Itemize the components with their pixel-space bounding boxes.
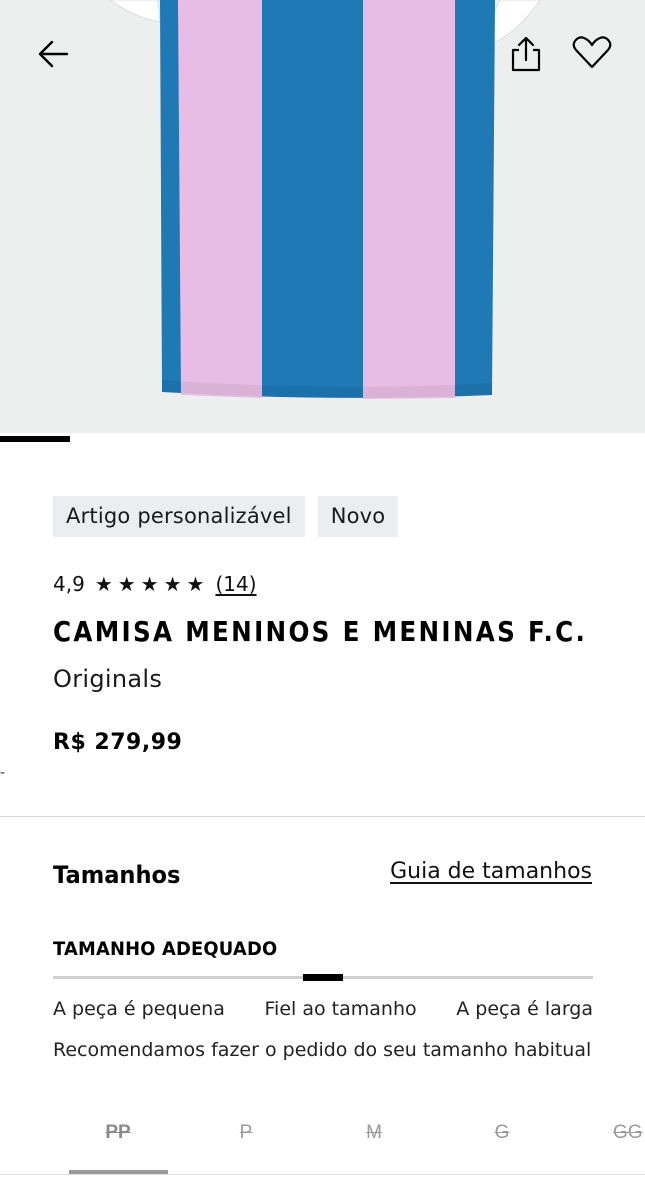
- badge-new: Novo: [317, 496, 399, 537]
- rating[interactable]: 4,9 ★★★★★ (14): [53, 572, 257, 596]
- size-option-m[interactable]: M: [319, 1118, 429, 1148]
- product-page: Artigo personalizável Novo 4,9 ★★★★★ (14…: [0, 0, 645, 1200]
- sizes-heading: Tamanhos: [53, 861, 181, 889]
- product-image[interactable]: [0, 0, 645, 433]
- fit-recommendation: Recomendamos fazer o pedido do seu taman…: [53, 1039, 592, 1061]
- arrow-left-icon: [38, 40, 69, 68]
- badge-customizable: Artigo personalizável: [53, 496, 305, 537]
- bottom-divider: [0, 1174, 645, 1175]
- back-button[interactable]: [30, 30, 78, 78]
- rating-score: 4,9: [53, 572, 85, 596]
- badge-list: Artigo personalizável Novo: [53, 496, 399, 537]
- fit-scale-marker: [303, 974, 343, 981]
- product-brand: Originals: [53, 665, 163, 693]
- fit-label-true: Fiel ao tamanho: [264, 998, 417, 1020]
- size-option-pp[interactable]: PP: [63, 1118, 173, 1148]
- stray-mark: -: [0, 765, 6, 781]
- size-option-g[interactable]: G: [447, 1118, 557, 1148]
- favorite-button[interactable]: [566, 26, 618, 78]
- size-option-gg[interactable]: GG: [575, 1118, 645, 1148]
- review-count-link[interactable]: (14): [215, 572, 256, 596]
- size-guide-link[interactable]: Guia de tamanhos: [390, 859, 592, 884]
- size-option-p[interactable]: P: [191, 1118, 301, 1148]
- share-button[interactable]: [500, 28, 552, 80]
- section-divider: [0, 816, 645, 817]
- fit-label-small: A peça é pequena: [53, 998, 225, 1020]
- rating-stars-icon: ★★★★★: [94, 572, 210, 596]
- gallery-progress-indicator: [0, 436, 70, 442]
- size-selector: PP P M G GG: [53, 1118, 645, 1158]
- product-title: CAMISA MENINOS E MENINAS F.C.: [53, 615, 588, 648]
- heart-icon: [572, 36, 612, 69]
- share-icon: [511, 36, 541, 72]
- fit-heading: TAMANHO ADEQUADO: [53, 938, 278, 960]
- fit-scale-labels: A peça é pequena Fiel ao tamanho A peça …: [53, 998, 593, 1020]
- fit-label-large: A peça é larga: [456, 998, 593, 1020]
- product-price: R$ 279,99: [53, 730, 183, 755]
